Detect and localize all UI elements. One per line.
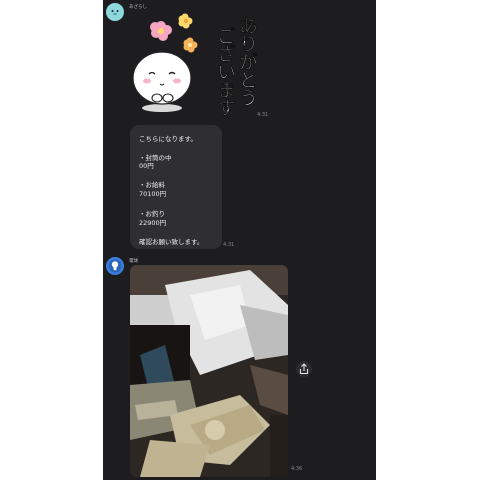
avatar-azarashi[interactable] xyxy=(106,3,124,21)
flower-icon xyxy=(178,13,193,29)
flower-icon xyxy=(150,21,172,41)
timestamp: 4:31 xyxy=(257,112,269,118)
message-line: 00円 xyxy=(139,162,154,170)
chat-pane: あざらし ありがとう ございます 4:31 こちらになります。 ・封筒の中 00… xyxy=(103,0,376,480)
message-line: 22900円 xyxy=(139,219,167,227)
sticker-text-line1: ありがとう xyxy=(236,16,259,107)
photo-message[interactable] xyxy=(130,265,288,477)
sticker-thank-you[interactable]: ありがとう ございます xyxy=(127,8,259,118)
message-line: 確認お願い致します。 xyxy=(139,238,204,246)
seal-icon xyxy=(111,10,119,16)
avatar-denkyu[interactable] xyxy=(106,257,124,275)
share-button[interactable] xyxy=(296,361,312,377)
message-bubble[interactable]: こちらになります。 ・封筒の中 00円 ・お給料 70100円 ・お釣り 229… xyxy=(130,125,222,249)
lightbulb-icon xyxy=(108,259,122,273)
message-line: こちらになります。 xyxy=(139,135,197,143)
flower-icon xyxy=(183,37,198,53)
timestamp: 4:36 xyxy=(291,466,303,472)
message-line: 70100円 xyxy=(139,190,167,198)
photo-image xyxy=(130,265,288,477)
timestamp: 4:31 xyxy=(223,242,235,248)
sender-name: 電球 xyxy=(129,259,138,264)
sticker-text-line2: ございます xyxy=(214,26,237,117)
share-icon xyxy=(299,363,309,375)
